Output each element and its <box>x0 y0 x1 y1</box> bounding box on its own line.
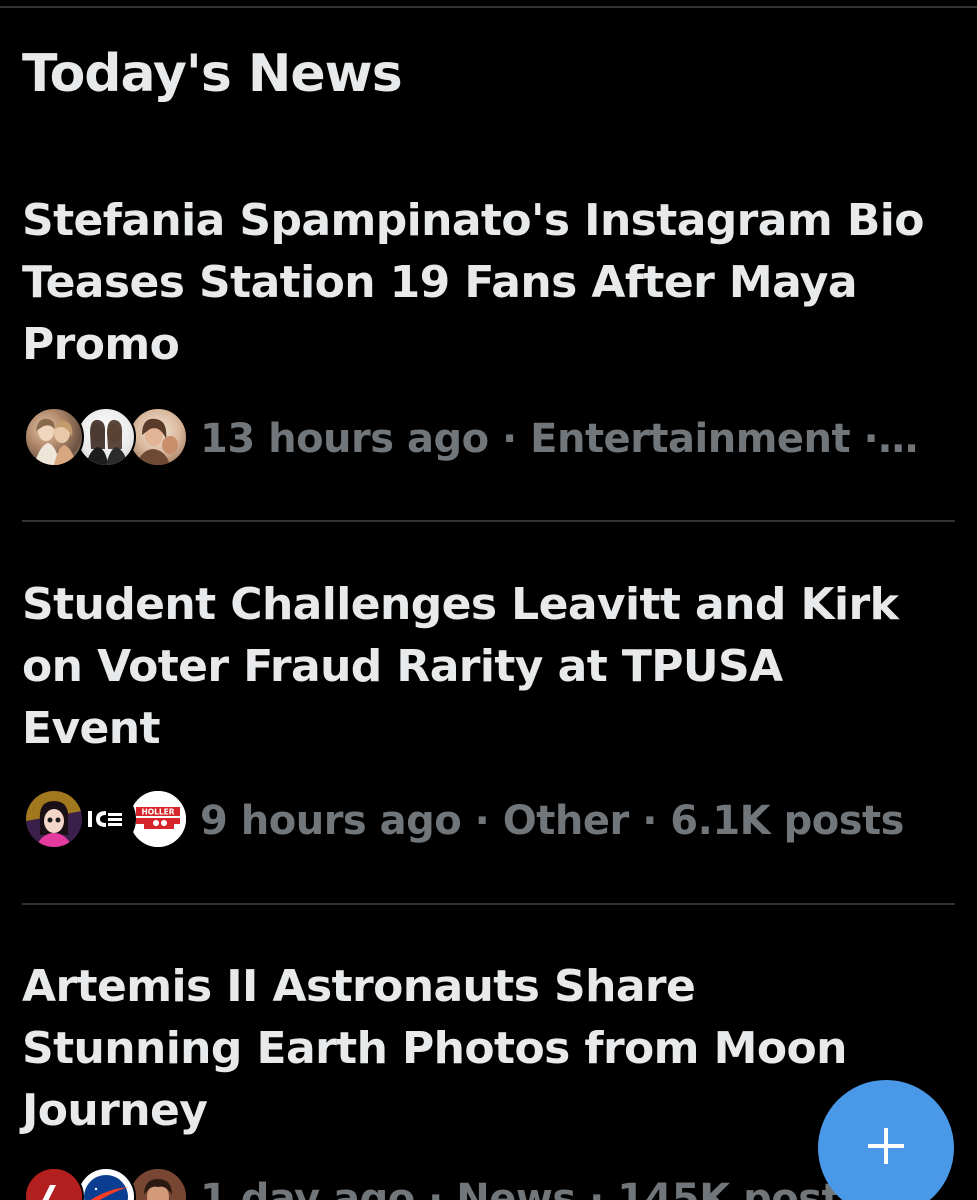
story-divider <box>22 520 955 522</box>
avatar: HOLLER <box>128 789 188 849</box>
logo-avatar-image <box>78 791 134 847</box>
photo-avatar-image <box>34 418 76 465</box>
story-meta-text: 1 day ago · News · 145K posts <box>200 1176 864 1200</box>
photo-avatar-image <box>136 418 178 465</box>
story-meta-text: 9 hours ago · Other · 6.1K posts <box>200 798 904 844</box>
holler-logo-image: HOLLER <box>130 791 186 847</box>
story-headline-line[interactable]: Artemis II Astronauts Share <box>22 956 957 1018</box>
story-headline-line[interactable]: Stunning Earth Photos from Moon <box>22 1018 957 1080</box>
story-meta: 13 hours ago · Entertainment ·… <box>22 404 957 474</box>
section-title: Today's News <box>22 44 403 104</box>
story-meta-text: 13 hours ago · Entertainment ·… <box>200 416 918 462</box>
avatar <box>76 789 136 849</box>
story-headline-line[interactable]: Event <box>22 698 957 760</box>
story-headline-line[interactable]: Student Challenges Leavitt and Kirk <box>22 574 957 636</box>
story-divider <box>22 903 955 905</box>
avatar <box>24 1167 84 1200</box>
avatar-stack: HOLLER <box>22 789 188 853</box>
story-meta: HOLLER 9 hours ago · Other · 6.1K posts <box>22 786 957 856</box>
holler-logo-text: HOLLER <box>141 808 174 817</box>
avatar <box>24 789 84 849</box>
story-headline-line[interactable]: Journey <box>22 1080 957 1142</box>
news-story-3[interactable]: Artemis II Astronauts Share Stunning Ear… <box>22 956 957 1200</box>
avatar <box>76 407 136 467</box>
story-meta: 1 day ago · News · 145K posts <box>22 1164 957 1200</box>
plus-icon <box>864 1124 908 1172</box>
illustration-avatar-image <box>26 791 82 847</box>
photo-avatar-image <box>86 419 128 465</box>
photo-avatar-image <box>130 1169 186 1200</box>
story-headline-line[interactable]: Promo <box>22 314 957 376</box>
avatar <box>76 1167 136 1200</box>
avatar-stack <box>22 1167 188 1200</box>
logo-avatar-image <box>26 1169 82 1200</box>
story-headline-line[interactable]: on Voter Fraud Rarity at TPUSA <box>22 636 957 698</box>
top-divider <box>0 6 977 8</box>
avatar-stack <box>22 407 188 471</box>
avatar <box>24 407 84 467</box>
story-headline-line[interactable]: Stefania Spampinato's Instagram Bio <box>22 190 957 252</box>
avatar <box>128 407 188 467</box>
news-story-2[interactable]: Student Challenges Leavitt and Kirk on V… <box>22 574 957 894</box>
news-story-1[interactable]: Stefania Spampinato's Instagram Bio Teas… <box>22 190 957 510</box>
nasa-logo-image <box>78 1169 134 1200</box>
story-headline-line[interactable]: Teases Station 19 Fans After Maya <box>22 252 957 314</box>
avatar <box>128 1167 188 1200</box>
